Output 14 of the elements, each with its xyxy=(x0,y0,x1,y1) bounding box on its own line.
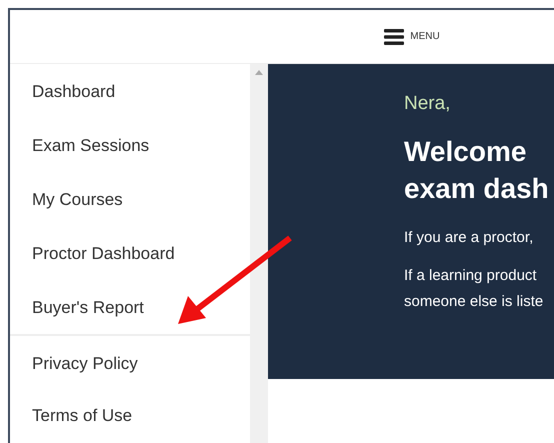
info-paragraph: If a learning product someone else is liste xyxy=(404,266,544,312)
sidebar-link[interactable]: Dashboard xyxy=(10,64,250,118)
menu-icon xyxy=(384,28,404,44)
welcome-heading: Welcome exam dash xyxy=(404,134,550,206)
sidebar-link[interactable]: Proctor Dashboard xyxy=(10,226,250,280)
sidebar-link[interactable]: My Courses xyxy=(10,172,250,226)
scroll-up-icon xyxy=(255,70,263,75)
scrollbar[interactable] xyxy=(250,64,268,443)
sidebar-link[interactable]: Buyer's Report xyxy=(10,280,250,334)
sidebar-link[interactable]: Terms of Use xyxy=(10,388,250,442)
sidebar-link[interactable]: Exam Sessions xyxy=(10,118,250,172)
menu-button[interactable]: MENU xyxy=(384,28,440,44)
info-paragraph: If you are a proctor, xyxy=(404,228,534,248)
greeting: Nera, xyxy=(404,92,452,116)
